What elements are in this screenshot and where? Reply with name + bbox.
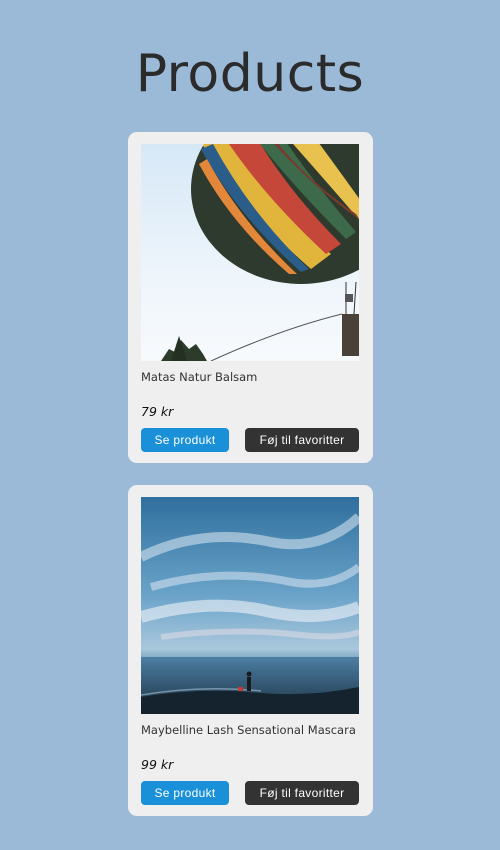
product-card: Maybelline Lash Sensational Mascara 99 k… [128, 485, 373, 816]
product-name: Maybelline Lash Sensational Mascara [141, 723, 356, 737]
add-to-favorites-button[interactable]: Føj til favoritter [245, 781, 359, 805]
add-to-favorites-button[interactable]: Føj til favoritter [245, 428, 359, 452]
product-card: Matas Natur Balsam 79 kr Se produkt Føj … [128, 132, 373, 463]
product-price: 79 kr [141, 404, 174, 419]
product-name: Matas Natur Balsam [141, 370, 258, 384]
page-title: Products [135, 44, 365, 104]
product-image-hot-air-balloon [141, 144, 359, 361]
product-image-sea-sky [141, 497, 359, 714]
view-product-button[interactable]: Se produkt [141, 781, 229, 805]
view-product-button[interactable]: Se produkt [141, 428, 229, 452]
product-price: 99 kr [141, 757, 174, 772]
